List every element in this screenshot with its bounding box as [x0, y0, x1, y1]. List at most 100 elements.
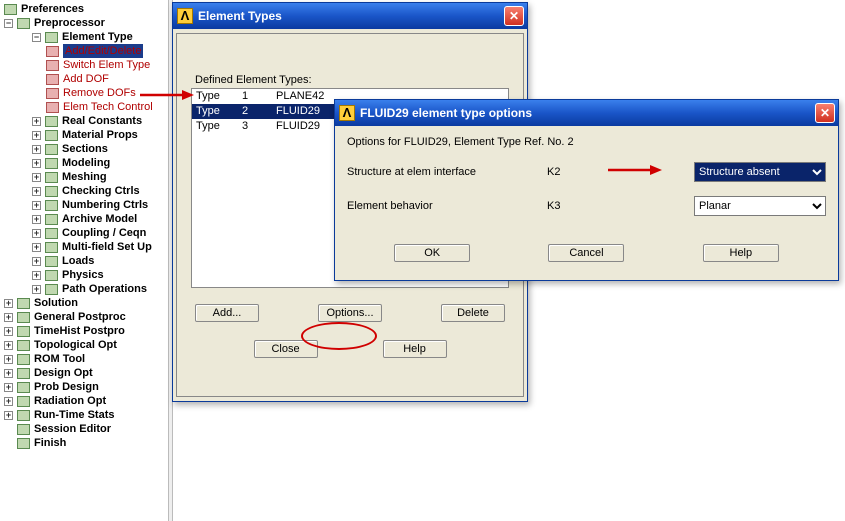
- expand-icon[interactable]: +: [32, 285, 41, 294]
- expand-icon[interactable]: +: [32, 117, 41, 126]
- tree-item[interactable]: +General Postproc: [2, 310, 166, 324]
- options-header: Options for FLUID29, Element Type Ref. N…: [347, 136, 826, 148]
- expand-icon[interactable]: +: [32, 201, 41, 210]
- label: Session Editor: [34, 422, 111, 436]
- label: Design Opt: [34, 366, 93, 380]
- tree-item[interactable]: +Modeling: [2, 156, 166, 170]
- titlebar[interactable]: Λ Element Types ✕: [173, 3, 527, 29]
- close-button[interactable]: ✕: [815, 103, 835, 123]
- expand-icon[interactable]: +: [4, 369, 13, 378]
- node-icon: [17, 368, 30, 379]
- cancel-button[interactable]: Cancel: [548, 244, 624, 262]
- expand-icon[interactable]: +: [4, 327, 13, 336]
- node-icon: [45, 214, 58, 225]
- label: Solution: [34, 296, 78, 310]
- node-icon: [4, 4, 17, 15]
- expand-icon[interactable]: +: [32, 271, 41, 280]
- tree-item[interactable]: + Physics: [2, 268, 166, 282]
- label: Elem Tech Control: [63, 100, 153, 114]
- tree-item[interactable]: +Archive Model: [2, 212, 166, 226]
- label: Preprocessor: [34, 16, 105, 30]
- label: Prob Design: [34, 380, 99, 394]
- expand-icon[interactable]: +: [32, 173, 41, 182]
- expand-icon[interactable]: +: [32, 215, 41, 224]
- expand-icon[interactable]: +: [32, 145, 41, 154]
- expand-icon[interactable]: +: [32, 187, 41, 196]
- expand-icon[interactable]: +: [32, 131, 41, 140]
- label: Preferences: [21, 2, 84, 16]
- tree-item[interactable]: +Coupling / Ceqn: [2, 226, 166, 240]
- label: Material Props: [62, 128, 138, 142]
- close-button[interactable]: Close: [254, 340, 318, 358]
- tree-item[interactable]: + Prob Design: [2, 380, 166, 394]
- expand-icon[interactable]: +: [4, 383, 13, 392]
- label: Finish: [34, 436, 66, 450]
- label: Run-Time Stats: [34, 408, 114, 422]
- col-type: Type: [196, 104, 242, 119]
- option-row-k2: Structure at elem interface K2 Structure…: [347, 162, 826, 182]
- tree-item[interactable]: Session Editor: [2, 422, 166, 436]
- tree-item[interactable]: + Material Props: [2, 128, 166, 142]
- tree-item[interactable]: + Design Opt: [2, 366, 166, 380]
- tree-item-preprocessor[interactable]: − Preprocessor: [2, 16, 166, 30]
- col-num: 2: [242, 104, 276, 119]
- label: Real Constants: [62, 114, 142, 128]
- tree-item[interactable]: +Multi-field Set Up: [2, 240, 166, 254]
- options-button[interactable]: Options...: [318, 304, 382, 322]
- label: Loads: [62, 254, 94, 268]
- col-num: 1: [242, 89, 276, 104]
- tree-item[interactable]: + Real Constants: [2, 114, 166, 128]
- expand-icon[interactable]: +: [32, 243, 41, 252]
- label: Physics: [62, 268, 104, 282]
- expand-icon[interactable]: +: [4, 411, 13, 420]
- label: Numbering Ctrls: [62, 198, 148, 212]
- node-icon: [17, 18, 30, 29]
- tree-item-add-dof[interactable]: Add DOF: [2, 72, 166, 86]
- node-icon: [45, 130, 58, 141]
- expand-icon[interactable]: +: [32, 229, 41, 238]
- element-behavior-select[interactable]: Planar: [694, 196, 826, 216]
- tree-item-switch-elem-type[interactable]: Switch Elem Type: [2, 58, 166, 72]
- expand-icon[interactable]: +: [32, 257, 41, 266]
- tree-item[interactable]: +Radiation Opt: [2, 394, 166, 408]
- tree-item[interactable]: + Loads: [2, 254, 166, 268]
- tree-item[interactable]: +Topological Opt: [2, 338, 166, 352]
- tree-item[interactable]: + Path Operations: [2, 282, 166, 296]
- tree-item[interactable]: +TimeHist Postpro: [2, 324, 166, 338]
- tree-item[interactable]: Finish: [2, 436, 166, 450]
- help-button[interactable]: Help: [383, 340, 447, 358]
- option-key: K3: [547, 200, 637, 212]
- tree-item[interactable]: + Run-Time Stats: [2, 408, 166, 422]
- ok-button[interactable]: OK: [394, 244, 470, 262]
- expand-icon[interactable]: +: [4, 397, 13, 406]
- collapse-icon[interactable]: −: [32, 33, 41, 42]
- expand-icon[interactable]: +: [4, 299, 13, 308]
- tree-item-remove-dofs[interactable]: Remove DOFs: [2, 86, 166, 100]
- tree-item[interactable]: + Numbering Ctrls: [2, 198, 166, 212]
- expand-icon[interactable]: +: [4, 313, 13, 322]
- label: Path Operations: [62, 282, 147, 296]
- help-button[interactable]: Help: [703, 244, 779, 262]
- node-icon: [45, 256, 58, 267]
- tree-item[interactable]: + Solution: [2, 296, 166, 310]
- tree-item-add-edit-delete[interactable]: Add/Edit/Delete: [2, 44, 166, 58]
- expand-icon[interactable]: +: [4, 355, 13, 364]
- col-type: Type: [196, 119, 242, 134]
- expand-icon[interactable]: +: [4, 341, 13, 350]
- node-icon: [45, 144, 58, 155]
- label: Sections: [62, 142, 108, 156]
- tree-item[interactable]: +Meshing: [2, 170, 166, 184]
- close-button[interactable]: ✕: [504, 6, 524, 26]
- tree-item-preferences[interactable]: Preferences: [2, 2, 166, 16]
- tree-item-element-type[interactable]: − Element Type: [2, 30, 166, 44]
- collapse-icon[interactable]: −: [4, 19, 13, 28]
- structure-interface-select[interactable]: Structure absent: [694, 162, 826, 182]
- expand-icon[interactable]: +: [32, 159, 41, 168]
- tree-item[interactable]: + Sections: [2, 142, 166, 156]
- tree-item[interactable]: +Checking Ctrls: [2, 184, 166, 198]
- delete-button[interactable]: Delete: [441, 304, 505, 322]
- titlebar[interactable]: Λ FLUID29 element type options ✕: [335, 100, 838, 126]
- add-button[interactable]: Add...: [195, 304, 259, 322]
- tree-item[interactable]: +ROM Tool: [2, 352, 166, 366]
- tree-item-elem-tech-control[interactable]: Elem Tech Control: [2, 100, 166, 114]
